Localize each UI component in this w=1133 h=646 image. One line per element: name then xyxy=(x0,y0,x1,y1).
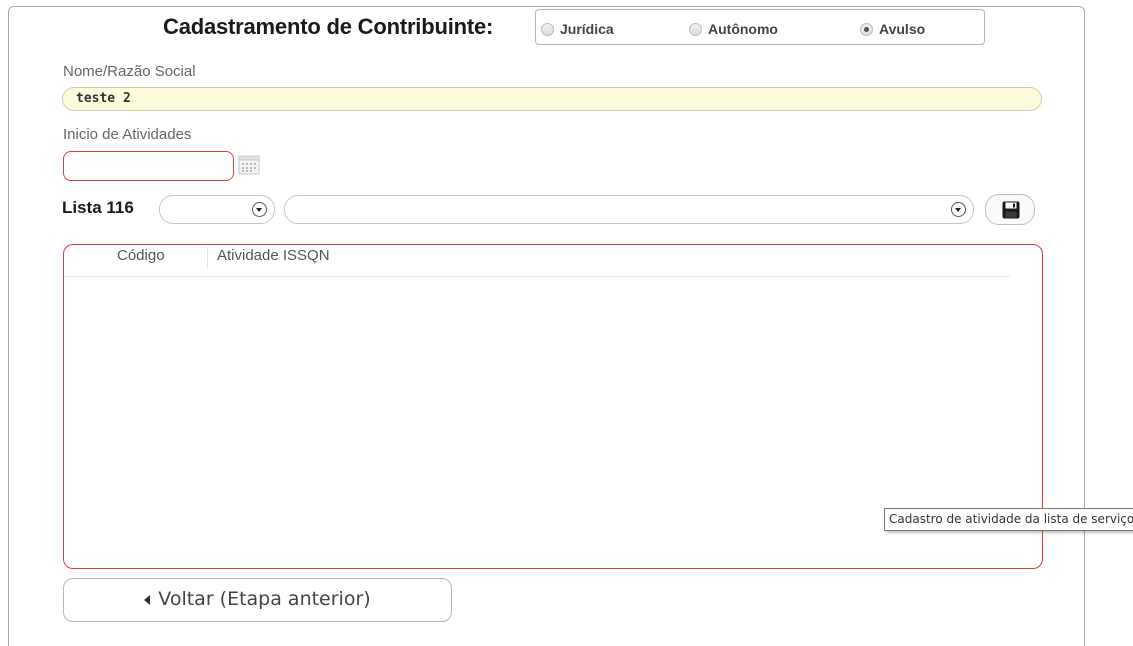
lista-116-label: Lista 116 xyxy=(62,198,134,217)
page-title: Cadastramento de Contribuinte: xyxy=(163,14,494,39)
calendar-icon[interactable] xyxy=(238,154,260,175)
activity-select[interactable] xyxy=(284,195,974,224)
radio-juridica[interactable]: Jurídica xyxy=(541,21,614,37)
radio-autonomo-icon xyxy=(689,22,702,36)
radio-juridica-icon xyxy=(541,22,554,36)
start-date-label: Inicio de Atividades xyxy=(63,126,192,143)
radio-avulso-icon xyxy=(860,22,873,36)
chevron-down-icon[interactable] xyxy=(252,202,267,217)
name-input[interactable]: teste 2 xyxy=(62,87,1042,111)
caret-left-icon xyxy=(144,595,151,605)
radio-autonomo[interactable]: Autônomo xyxy=(689,21,778,37)
radio-avulso-label: Avulso xyxy=(879,21,926,37)
start-date-input[interactable] xyxy=(63,151,234,181)
column-divider[interactable] xyxy=(207,247,208,269)
person-type-group: Jurídica Autônomo Avulso xyxy=(535,9,985,45)
grid-header: Código Atividade ISSQN xyxy=(64,245,1010,277)
floppy-disk-icon xyxy=(1002,201,1020,219)
name-label: Nome/Razão Social xyxy=(63,63,196,80)
radio-autonomo-label: Autônomo xyxy=(708,21,778,37)
back-button[interactable]: Voltar (Etapa anterior) xyxy=(63,578,452,622)
chevron-down-icon[interactable] xyxy=(951,202,966,217)
tooltip: Cadastro de atividade da lista de serviç… xyxy=(884,508,1133,531)
column-header-codigo[interactable]: Código xyxy=(117,247,165,264)
radio-avulso[interactable]: Avulso xyxy=(860,21,925,37)
radio-juridica-label: Jurídica xyxy=(560,21,614,37)
column-header-atividade[interactable]: Atividade ISSQN xyxy=(217,247,330,264)
save-button[interactable] xyxy=(985,194,1035,225)
back-button-label: Voltar (Etapa anterior) xyxy=(158,588,371,610)
lista-code-select[interactable] xyxy=(159,195,275,224)
